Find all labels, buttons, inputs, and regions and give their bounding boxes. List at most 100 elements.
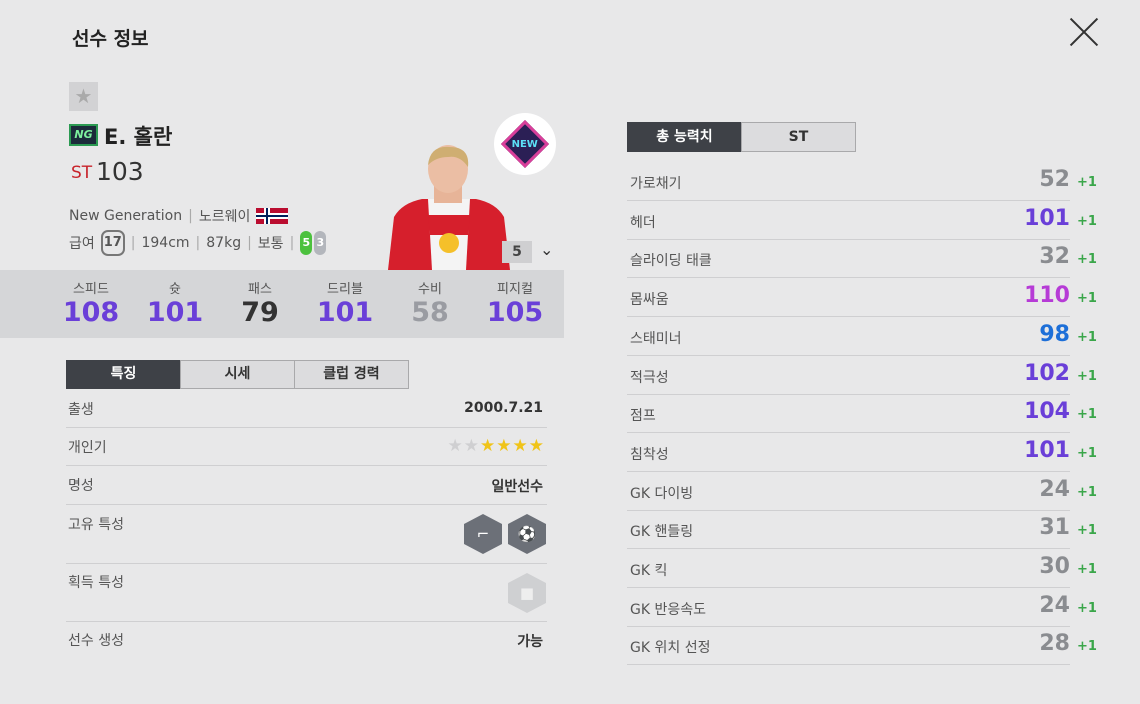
page-title: 선수 정보: [72, 28, 149, 50]
trait-long-shot-icon[interactable]: ⌐: [464, 514, 502, 554]
star-filled-icon: ★: [528, 436, 545, 456]
enhance-level-badge: 5: [502, 241, 532, 263]
attribute-label: 슬라이딩 태클: [630, 253, 712, 270]
attribute-row: 적극성 102 +1: [627, 356, 1097, 395]
feature-value: 2000.7.21: [464, 400, 543, 416]
attribute-row: 헤더 101 +1: [627, 201, 1097, 240]
player-overall: 103: [96, 157, 144, 186]
skill-stars: ★★★★★★: [448, 436, 546, 456]
feature-value: 가능: [517, 634, 543, 650]
attribute-value: 24: [1039, 592, 1070, 618]
attribute-bonus: +1: [1077, 368, 1097, 384]
attribute-row: 몸싸움 110 +1: [627, 278, 1097, 318]
attribute-bonus: +1: [1077, 252, 1097, 268]
attribute-tabs: 총 능력치 ST: [627, 122, 856, 152]
feature-row-unique-traits: 고유 특성 ⌐ ⚽: [66, 513, 547, 564]
right-foot-icon: 3: [314, 231, 327, 255]
attribute-row: 스태미너 98 +1: [627, 317, 1097, 356]
player-image: [388, 145, 510, 270]
star-empty-icon: ★: [447, 436, 464, 456]
feature-label: 명성: [68, 478, 94, 494]
stat-defending: 수비 58: [390, 278, 470, 328]
attribute-value: 98: [1039, 321, 1070, 347]
attribute-bonus: +1: [1077, 175, 1097, 190]
star-empty-icon: ★: [463, 436, 480, 456]
chevron-down-icon[interactable]: ⌄: [540, 240, 553, 259]
tab-club-career[interactable]: 클럽 경력: [294, 360, 409, 389]
star-filled-icon: ★: [496, 436, 513, 456]
trait-dribble-icon[interactable]: ⚽: [508, 514, 546, 554]
attribute-label: GK 킥: [630, 563, 668, 579]
player-physical-row: 급여 17 | 194cm | 87kg | 보통 | 5 3: [69, 230, 327, 256]
feature-row-creation: 선수 생성 가능: [66, 629, 547, 657]
attribute-bonus: +1: [1077, 639, 1097, 655]
attribute-row: 침착성 101 +1: [627, 433, 1097, 472]
player-info-row: New Generation | 노르웨이: [69, 206, 289, 226]
favorite-star-icon[interactable]: ★: [69, 82, 98, 111]
feature-label: 출생: [68, 402, 94, 418]
attribute-bonus: +1: [1077, 407, 1097, 423]
attribute-value: 32: [1039, 244, 1070, 270]
stat-label: 슛: [169, 282, 181, 297]
weight: 87kg: [206, 235, 242, 251]
attribute-value: 31: [1039, 515, 1070, 541]
attribute-label: 가로채기: [630, 176, 682, 192]
season-name: New Generation: [69, 208, 183, 224]
club-logo-text: NEW: [511, 138, 539, 150]
attribute-bonus: +1: [1077, 523, 1097, 539]
attribute-value: 30: [1039, 554, 1070, 579]
attribute-bonus: +1: [1077, 562, 1097, 577]
stat-label: 피지컬: [497, 282, 533, 297]
season-badge: NG: [69, 124, 98, 146]
stat-value: 108: [62, 297, 120, 328]
star-filled-icon: ★: [480, 436, 497, 456]
feature-row-acquired-traits: 획득 특성 ■: [66, 571, 547, 622]
stat-label: 수비: [418, 282, 442, 297]
stat-value: 105: [486, 297, 544, 328]
attribute-value: 28: [1039, 631, 1070, 657]
attribute-bonus: +1: [1077, 213, 1097, 229]
attribute-value: 101: [1024, 437, 1070, 463]
stat-value: 58: [411, 297, 449, 328]
attribute-row: GK 위치 선정 28 +1: [627, 626, 1097, 666]
tab-position-st[interactable]: ST: [741, 122, 856, 152]
attribute-value: 110: [1024, 283, 1070, 309]
tab-price[interactable]: 시세: [180, 360, 295, 389]
attribute-bonus: +1: [1077, 329, 1097, 345]
attribute-value: 102: [1024, 360, 1070, 386]
height: 194cm: [141, 235, 190, 251]
left-foot-icon: 5: [300, 231, 313, 255]
salary-label: 급여: [69, 236, 95, 252]
stat-value: 101: [146, 297, 204, 328]
attribute-bonus: +1: [1077, 291, 1097, 307]
player-position: ST: [71, 163, 93, 183]
divider: |: [289, 235, 295, 251]
lock-icon: ■: [508, 573, 546, 613]
attribute-bonus: +1: [1077, 445, 1097, 461]
feature-row-skill-moves: 개인기 ★★★★★★: [66, 436, 547, 466]
attribute-label: 스태미너: [630, 330, 682, 347]
tab-features[interactable]: 특징: [66, 360, 181, 389]
close-icon[interactable]: [1068, 16, 1100, 48]
attribute-label: 적극성: [630, 369, 669, 386]
divider: |: [130, 235, 136, 251]
attribute-value: 101: [1024, 205, 1070, 231]
stat-speed: 스피드 108: [51, 278, 131, 328]
attribute-label: 헤더: [630, 214, 656, 231]
player-name: E. 홀란: [104, 125, 173, 149]
divider: |: [195, 235, 201, 251]
attribute-row: 점프 104 +1: [627, 394, 1097, 434]
attribute-row: GK 킥 30 +1: [627, 549, 1097, 588]
attribute-row: 슬라이딩 태클 32 +1: [627, 239, 1097, 279]
tab-total-stats[interactable]: 총 능력치: [627, 122, 742, 152]
star-filled-icon: ★: [512, 436, 529, 456]
feature-value: 일반선수: [491, 479, 543, 495]
attribute-label: GK 위치 선정: [630, 640, 711, 657]
salary-badge: 17: [100, 230, 125, 256]
attribute-label: GK 핸들링: [630, 524, 694, 541]
attribute-label: GK 반응속도: [630, 601, 706, 618]
stat-label: 패스: [248, 282, 272, 297]
stat-physical: 피지컬 105: [475, 278, 555, 328]
feature-row-reputation: 명성 일반선수: [66, 474, 547, 505]
attribute-value: 52: [1039, 167, 1070, 192]
